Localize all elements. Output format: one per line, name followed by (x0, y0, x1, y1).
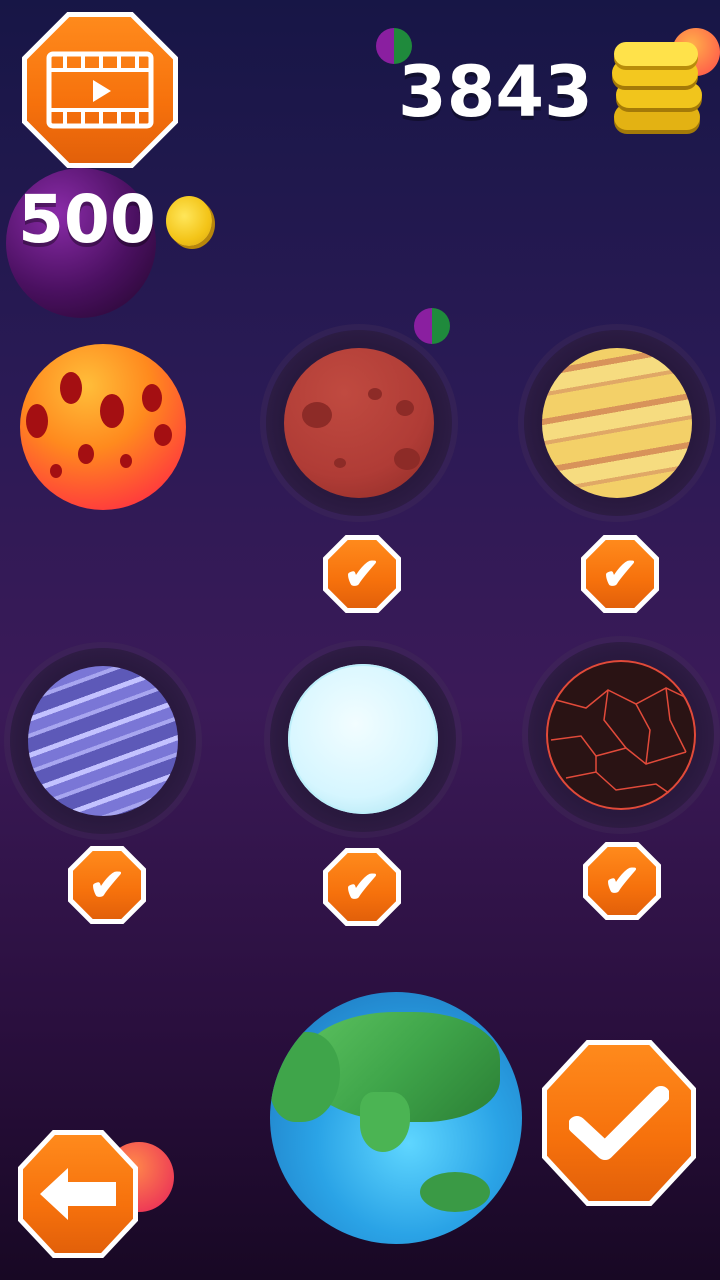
checkmark-icon: ✔ (343, 862, 381, 912)
film-play-icon (46, 51, 154, 129)
planet-card-lava[interactable] (20, 344, 186, 510)
owned-badge-ice: ✔ (323, 848, 401, 926)
owned-badge-purple: ✔ (68, 846, 146, 924)
dark-lava-planet (546, 660, 696, 810)
owned-badge-dark-lava: ✔ (583, 842, 661, 920)
checkmark-icon (569, 1086, 669, 1160)
lava-planet (20, 344, 186, 510)
checkmark-icon: ✔ (601, 549, 639, 599)
planet-card-dark-lava[interactable] (528, 642, 714, 828)
checkmark-icon: ✔ (88, 860, 126, 910)
mars-planet (284, 348, 434, 498)
purple-striped-planet (28, 666, 178, 816)
checkmark-icon: ✔ (343, 549, 381, 599)
planet-card-mars[interactable] (266, 330, 452, 516)
watch-video-button[interactable] (22, 12, 178, 168)
earth-preview-planet (270, 992, 522, 1244)
yellow-gas-planet (542, 348, 692, 498)
coin-total: 3843 (398, 51, 593, 133)
bg-planet-small (414, 308, 450, 344)
checkmark-icon: ✔ (603, 856, 641, 906)
coin-stack-icon (612, 42, 704, 138)
planet-card-ice[interactable] (270, 646, 456, 832)
confirm-button[interactable] (542, 1040, 696, 1206)
back-button[interactable] (18, 1130, 138, 1258)
gold-coin-icon (166, 196, 212, 246)
planet-card-purple[interactable] (10, 648, 196, 834)
arrow-left-icon (40, 1168, 116, 1220)
owned-badge-yellow: ✔ (581, 535, 659, 613)
planet-card-yellow[interactable] (524, 330, 710, 516)
video-reward-amount: 500 (18, 181, 156, 258)
owned-badge-mars: ✔ (323, 535, 401, 613)
ice-planet (288, 664, 438, 814)
